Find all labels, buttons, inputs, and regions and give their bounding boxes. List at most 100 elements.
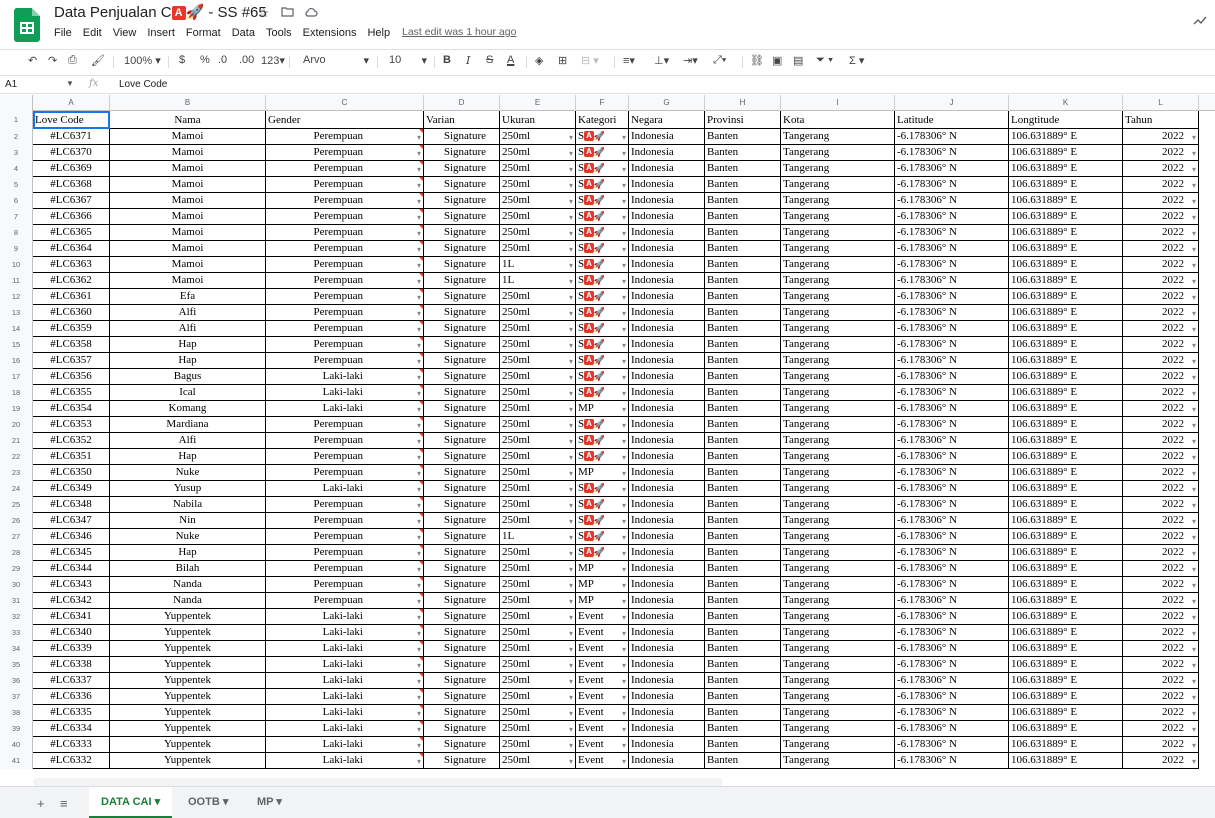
cell-negara[interactable]: Indonesia — [629, 385, 705, 401]
cell-provinsi[interactable]: Banten — [705, 433, 781, 449]
cell-kategori[interactable]: MP — [576, 593, 629, 609]
cell-nama[interactable]: Mamoi — [110, 257, 266, 273]
cell-kategori[interactable]: S A 🚀 — [576, 513, 629, 529]
cell-latitude[interactable]: -6.178306° N — [895, 257, 1009, 273]
row-header[interactable]: 29 — [0, 561, 33, 577]
cell-latitude[interactable]: -6.178306° N — [895, 529, 1009, 545]
cell-longtitude[interactable]: 106.631889° E — [1009, 609, 1123, 625]
cell-negara[interactable]: Indonesia — [629, 177, 705, 193]
cell-love-code[interactable]: #LC6345 — [33, 545, 110, 561]
insert-link-icon[interactable]: ⛓ — [750, 54, 764, 67]
document-title[interactable]: Data Penjualan C A 🚀 - SS #65 — [54, 3, 267, 21]
cell-varian[interactable]: Signature — [424, 705, 500, 721]
cell-provinsi[interactable]: Banten — [705, 641, 781, 657]
cell-love-code[interactable]: #LC6350 — [33, 465, 110, 481]
cell-provinsi[interactable]: Banten — [705, 481, 781, 497]
cell-nama[interactable]: Mamoi — [110, 145, 266, 161]
header-cell-negara[interactable]: Negara — [629, 111, 705, 129]
cell-negara[interactable]: Indonesia — [629, 305, 705, 321]
print-icon[interactable]: ⎙ — [68, 54, 77, 67]
cell-provinsi[interactable]: Banten — [705, 721, 781, 737]
cell-varian[interactable]: Signature — [424, 561, 500, 577]
cell-longtitude[interactable]: 106.631889° E — [1009, 145, 1123, 161]
cell-tahun[interactable]: 2022 — [1123, 385, 1199, 401]
cell-varian[interactable]: Signature — [424, 721, 500, 737]
cell-latitude[interactable]: -6.178306° N — [895, 401, 1009, 417]
cell-kategori[interactable]: Event — [576, 689, 629, 705]
cell-negara[interactable]: Indonesia — [629, 465, 705, 481]
column-header-d[interactable]: D — [424, 95, 500, 111]
cell-latitude[interactable]: -6.178306° N — [895, 689, 1009, 705]
cell-varian[interactable]: Signature — [424, 609, 500, 625]
cell-latitude[interactable]: -6.178306° N — [895, 273, 1009, 289]
cell-negara[interactable]: Indonesia — [629, 481, 705, 497]
cell-varian[interactable]: Signature — [424, 577, 500, 593]
cell-nama[interactable]: Mamoi — [110, 225, 266, 241]
cell-provinsi[interactable]: Banten — [705, 321, 781, 337]
cell-negara[interactable]: Indonesia — [629, 545, 705, 561]
cell-provinsi[interactable]: Banten — [705, 209, 781, 225]
cell-longtitude[interactable]: 106.631889° E — [1009, 625, 1123, 641]
cell-nama[interactable]: Bagus — [110, 369, 266, 385]
header-cell-longtitude[interactable]: Longtitude — [1009, 111, 1123, 129]
cell-negara[interactable]: Indonesia — [629, 337, 705, 353]
cell-tahun[interactable]: 2022 — [1123, 705, 1199, 721]
row-header[interactable]: 41 — [0, 753, 33, 769]
cell-kota[interactable]: Tangerang — [781, 641, 895, 657]
row-header[interactable]: 8 — [0, 225, 33, 241]
row-header[interactable]: 11 — [0, 273, 33, 289]
cell-love-code[interactable]: #LC6367 — [33, 193, 110, 209]
cell-latitude[interactable]: -6.178306° N — [895, 353, 1009, 369]
cell-kategori[interactable]: S A 🚀 — [576, 289, 629, 305]
cell-love-code[interactable]: #LC6351 — [33, 449, 110, 465]
cell-love-code[interactable]: #LC6369 — [33, 161, 110, 177]
cell-tahun[interactable]: 2022 — [1123, 129, 1199, 145]
cell-provinsi[interactable]: Banten — [705, 369, 781, 385]
cell-tahun[interactable]: 2022 — [1123, 417, 1199, 433]
name-box[interactable]: A1 — [5, 79, 17, 90]
cell-kota[interactable]: Tangerang — [781, 497, 895, 513]
cell-tahun[interactable]: 2022 — [1123, 241, 1199, 257]
cell-kategori[interactable]: Event — [576, 609, 629, 625]
cell-nama[interactable]: Nuke — [110, 465, 266, 481]
cell-nama[interactable]: Hap — [110, 545, 266, 561]
cell-gender[interactable]: Perempuan — [266, 193, 424, 209]
row-header[interactable]: 39 — [0, 721, 33, 737]
cell-longtitude[interactable]: 106.631889° E — [1009, 305, 1123, 321]
row-header[interactable]: 40 — [0, 737, 33, 753]
cell-gender[interactable]: Perempuan — [266, 257, 424, 273]
cell-ukuran[interactable]: 250ml — [500, 753, 576, 769]
cell-kategori[interactable]: S A 🚀 — [576, 529, 629, 545]
cell-gender[interactable]: Perempuan — [266, 337, 424, 353]
header-cell-kota[interactable]: Kota — [781, 111, 895, 129]
cell-kategori[interactable]: S A 🚀 — [576, 433, 629, 449]
row-header[interactable]: 15 — [0, 337, 33, 353]
cell-latitude[interactable]: -6.178306° N — [895, 625, 1009, 641]
cell-tahun[interactable]: 2022 — [1123, 481, 1199, 497]
row-header[interactable]: 3 — [0, 145, 33, 161]
cell-kategori[interactable]: S A 🚀 — [576, 129, 629, 145]
column-header-j[interactable]: J — [895, 95, 1009, 111]
cell-provinsi[interactable]: Banten — [705, 577, 781, 593]
cell-ukuran[interactable]: 250ml — [500, 241, 576, 257]
cell-kota[interactable]: Tangerang — [781, 545, 895, 561]
header-cell-kategori[interactable]: Kategori — [576, 111, 629, 129]
cell-negara[interactable]: Indonesia — [629, 241, 705, 257]
cell-ukuran[interactable]: 250ml — [500, 417, 576, 433]
cell-varian[interactable]: Signature — [424, 433, 500, 449]
cell-nama[interactable]: Hap — [110, 449, 266, 465]
vertical-align-icon[interactable]: ⊥▾ — [654, 54, 669, 67]
cell-kota[interactable]: Tangerang — [781, 593, 895, 609]
cell-kategori[interactable]: Event — [576, 657, 629, 673]
row-header[interactable]: 28 — [0, 545, 33, 561]
cell-nama[interactable]: Yuppentek — [110, 753, 266, 769]
cell-varian[interactable]: Signature — [424, 257, 500, 273]
cell-latitude[interactable]: -6.178306° N — [895, 385, 1009, 401]
cell-varian[interactable]: Signature — [424, 209, 500, 225]
cell-provinsi[interactable]: Banten — [705, 497, 781, 513]
cell-latitude[interactable]: -6.178306° N — [895, 481, 1009, 497]
row-header[interactable]: 35 — [0, 657, 33, 673]
cell-longtitude[interactable]: 106.631889° E — [1009, 193, 1123, 209]
cell-kategori[interactable]: S A 🚀 — [576, 225, 629, 241]
cell-ukuran[interactable]: 250ml — [500, 129, 576, 145]
